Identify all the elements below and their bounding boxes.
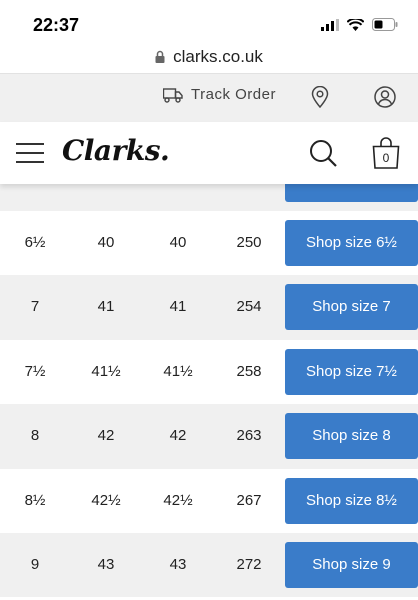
shopping-bag-button[interactable]: 0 (372, 137, 400, 169)
site-header: Clarks. 0 (0, 122, 418, 184)
location-pin-icon (311, 85, 329, 109)
table-row: 8 42 42 263 Shop size 8 (0, 404, 418, 469)
foot-length-mm: 267 (236, 491, 262, 509)
status-time: 22:37 (33, 15, 80, 35)
eu-size-alt: 41 (169, 298, 187, 316)
foot-length-mm: 258 (236, 362, 262, 380)
account-button[interactable] (374, 86, 396, 113)
eu-size-alt: 42 (169, 427, 187, 445)
store-locator-button[interactable] (311, 85, 329, 113)
eu-size-alt: 42½ (163, 491, 193, 509)
table-row: 9 43 43 272 Shop size 9 (0, 532, 418, 598)
eu-size-alt: 43 (169, 555, 187, 573)
status-icons (321, 18, 398, 31)
foot-length-mm: 263 (236, 427, 262, 445)
table-row-partial (0, 170, 418, 211)
track-order-link[interactable]: Track Order (163, 86, 276, 103)
uk-size: 6½ (24, 234, 46, 251)
clarks-logo[interactable]: Clarks. (62, 134, 170, 167)
shop-size-button[interactable]: Shop size 9 (285, 541, 418, 588)
wifi-icon (347, 18, 364, 31)
table-row: 8½ 42½ 42½ 267 Shop size 8½ (0, 468, 418, 533)
table-row: 7 41 41 254 Shop size 7 (0, 275, 418, 340)
shop-size-button[interactable]: Shop size 8½ (285, 477, 418, 524)
bag-count: 0 (382, 151, 390, 165)
track-order-label: Track Order (191, 86, 276, 103)
size-table: 6½ 40 40 250 Shop size 6½ 7 41 41 254 Sh… (0, 170, 418, 598)
lock-icon (155, 50, 165, 63)
eu-size: 41 (97, 298, 115, 316)
search-icon (310, 140, 337, 167)
eu-size: 42 (97, 427, 115, 445)
eu-size: 41½ (91, 362, 121, 380)
search-button[interactable] (308, 138, 338, 173)
eu-size-alt: 40 (169, 234, 187, 251)
battery-icon (372, 18, 398, 31)
shop-size-button[interactable]: Shop size 7 (285, 284, 418, 331)
eu-size: 40 (97, 234, 115, 251)
utility-bar: Track Order (0, 74, 418, 122)
shop-size-button[interactable]: Shop size 7½ (285, 348, 418, 395)
table-row: 7½ 41½ 41½ 258 Shop size 7½ (0, 339, 418, 405)
shop-size-button[interactable]: Shop size 8 (285, 413, 418, 460)
eu-size: 42½ (91, 491, 121, 509)
foot-length-mm: 254 (236, 298, 262, 316)
menu-icon[interactable] (16, 143, 44, 163)
uk-size: 9 (30, 555, 40, 573)
foot-length-mm: 272 (236, 555, 262, 573)
url-text: clarks.co.uk (173, 46, 263, 66)
table-row: 6½ 40 40 250 Shop size 6½ (0, 211, 418, 276)
foot-length-mm: 250 (236, 234, 262, 251)
truck-icon (163, 87, 183, 103)
shop-size-button[interactable]: Shop size 6½ (285, 220, 418, 266)
signal-icon (321, 18, 339, 31)
uk-size: 7½ (24, 362, 46, 380)
address-bar[interactable]: clarks.co.uk (0, 40, 418, 74)
status-bar: 22:37 (0, 0, 418, 40)
eu-size-alt: 41½ (163, 362, 193, 380)
eu-size: 43 (97, 555, 115, 573)
uk-size: 8 (30, 427, 40, 445)
uk-size: 8½ (24, 491, 46, 509)
account-icon (374, 86, 396, 108)
uk-size: 7 (30, 298, 40, 316)
